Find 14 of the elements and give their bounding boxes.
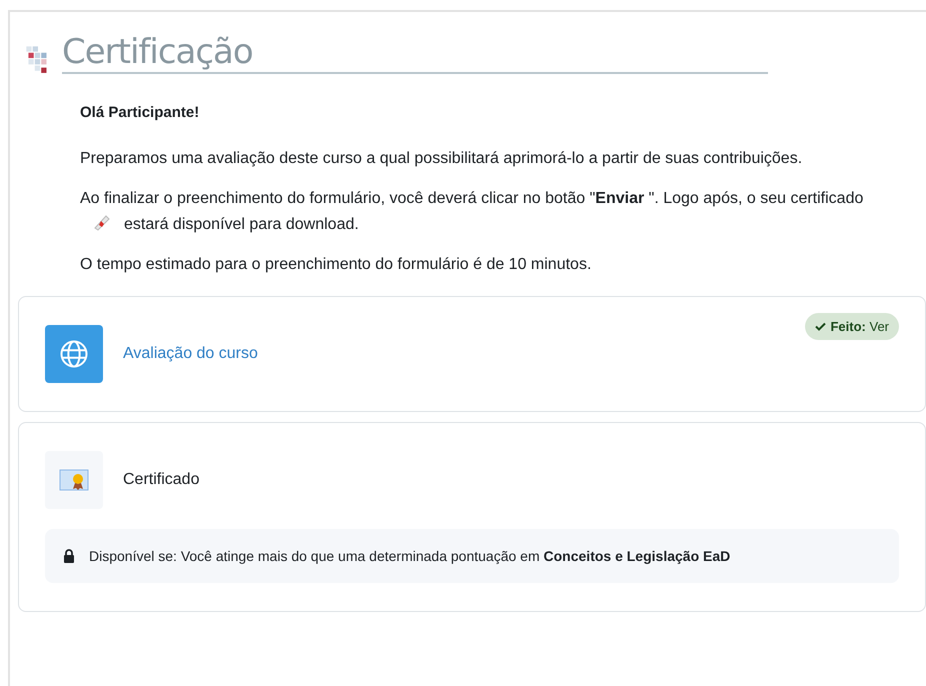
page-title: Certificação (62, 32, 768, 74)
paragraph-text: O tempo estimado para o preenchimento do formulário é de 10 minutos. (80, 255, 592, 275)
activity-name: Certificado (123, 471, 200, 489)
lock-icon (63, 549, 75, 563)
activity-link[interactable]: Avaliação do curso (123, 345, 258, 363)
greeting-text: Olá Participante! (80, 103, 200, 123)
paragraph-text: Preparamos uma avaliação deste curso a qual possibilitará aprimorá-lo a partir de suas contribuições. (80, 149, 804, 169)
restriction-text: Disponível se: Você atinge mais do que uma determinada pontuação em Conceitos e Legislação EaD (89, 548, 730, 564)
completion-badge[interactable]: Feito: Ver (805, 313, 899, 340)
certificate-icon (59, 468, 89, 492)
paragraph-text: Ao finalizar o preenchimento do formulário, você deverá clicar no botão "Enviar ". Logo após, o seu certificado (80, 190, 864, 207)
globe-icon (59, 339, 89, 369)
paragraph-text: estará disponível para download. (124, 216, 359, 233)
check-icon (815, 322, 826, 331)
